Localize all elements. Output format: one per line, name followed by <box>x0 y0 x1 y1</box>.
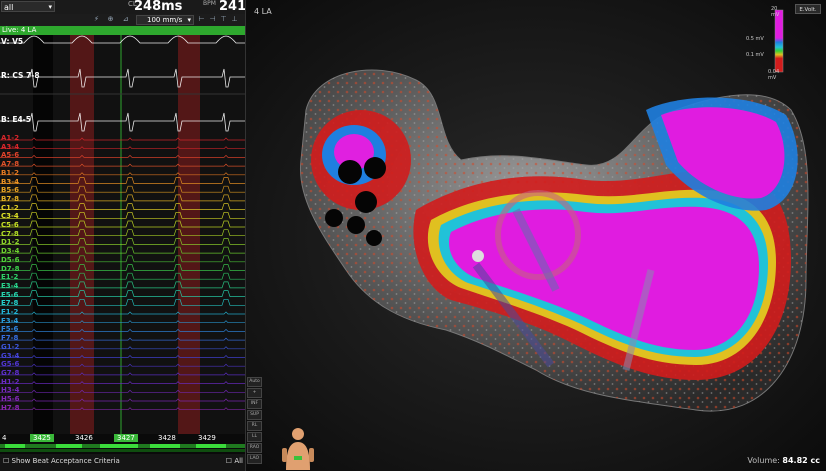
channel-label[interactable]: F1-2 <box>1 309 18 316</box>
catheter-tip <box>472 250 484 262</box>
anatomy-surface[interactable] <box>246 0 826 471</box>
view-button-rao[interactable]: RAO <box>247 443 262 453</box>
view-button-ll[interactable]: LL <box>247 432 262 442</box>
chevron-down-icon: ▾ <box>187 16 191 24</box>
volume-label: Volume: <box>747 456 780 465</box>
channel-label[interactable]: E7-8 <box>1 300 18 307</box>
marker-icon[interactable]: ⊥ <box>230 15 239 24</box>
show-beat-acceptance-checkbox[interactable]: ☐ Show Beat Acceptance Criteria <box>3 457 120 465</box>
caliper-icon[interactable]: ⊣ <box>208 15 217 24</box>
channel-label[interactable]: G1-2 <box>1 343 19 351</box>
volume-value: 84.82 cc <box>782 456 820 465</box>
ecg-header: all ▾ CL 248ms BPM 241 <box>0 0 245 14</box>
bottom-bar: ☐ Show Beat Acceptance Criteria ☐ All <box>0 454 245 471</box>
bpm-label: BPM <box>203 0 216 7</box>
view-select-value: all <box>4 3 14 12</box>
channel-label[interactable]: E1-2 <box>1 274 18 281</box>
channel-label[interactable]: F5-6 <box>1 326 18 333</box>
channel-label[interactable]: C3-4 <box>1 213 19 220</box>
channel-label[interactable]: D3-4 <box>1 248 19 255</box>
colorbar-label-min: 0.04 mV <box>768 69 780 81</box>
view-button-rl[interactable]: RL <box>247 421 262 431</box>
electrogram-panel: all ▾ CL 248ms BPM 241 ⚡ ⊕ ⊿ 100 mm/s ▾ … <box>0 0 246 471</box>
channel-label[interactable]: B3-4 <box>1 178 19 186</box>
ecg-toolbar: ⚡ ⊕ ⊿ 100 mm/s ▾ ⊢ ⊣ ⊤ ⊥ <box>0 14 245 26</box>
ablation-tag <box>325 209 343 227</box>
view-button-add[interactable]: + <box>247 388 262 398</box>
ablation-tag <box>338 160 362 184</box>
channel-label[interactable]: H3-4 <box>1 387 20 394</box>
beat-timeline <box>0 444 245 452</box>
channel-label[interactable]: R: CS 7-8 <box>1 72 40 80</box>
all-label: All <box>234 457 243 465</box>
filter-icon[interactable]: ⚡ <box>92 15 101 24</box>
channel-label[interactable]: V: V5 <box>1 38 23 46</box>
ablation-tag <box>355 191 377 213</box>
beat-item[interactable]: 3425 <box>30 434 54 442</box>
view-button-inf[interactable]: INF <box>247 399 262 409</box>
lock-icon[interactable]: ⊕ <box>106 15 115 24</box>
channel-label[interactable]: G3-4 <box>1 352 19 360</box>
channel-label[interactable]: H1-2 <box>1 378 20 386</box>
map-type-select[interactable]: E.Volt. <box>795 4 821 14</box>
channel-label[interactable]: F7-8 <box>1 335 18 342</box>
channel-label[interactable]: A3-4 <box>1 143 19 151</box>
channel-label[interactable]: B7-8 <box>1 195 19 203</box>
channel-label[interactable]: G5-6 <box>1 361 19 368</box>
channel-label[interactable]: C7-8 <box>1 230 19 238</box>
channel-label[interactable]: H5-6 <box>1 396 20 403</box>
checkbox-icon: ☐ <box>225 457 233 465</box>
channel-label[interactable]: H7-8 <box>1 404 20 412</box>
channel-label[interactable]: E3-4 <box>1 282 18 290</box>
view-orientation-buttons: Auto + INF SUP RL LL RAO LAO <box>246 376 262 465</box>
beat-item[interactable]: 3428 <box>158 434 176 442</box>
live-map-bar: Live: 4 LA <box>0 26 245 35</box>
sweep-speed-select[interactable]: 100 mm/s ▾ <box>136 15 194 25</box>
bpm-value: 241 <box>219 0 246 14</box>
body-orientation-icon[interactable] <box>280 426 316 470</box>
ablation-tag <box>347 216 365 234</box>
channel-label[interactable]: D1-2 <box>1 239 19 246</box>
channel-label[interactable]: C5-6 <box>1 222 19 229</box>
cycle-length-value: 248ms <box>134 0 183 14</box>
channel-label[interactable]: F3-4 <box>1 317 18 325</box>
electrogram-traces[interactable] <box>0 35 245 435</box>
channel-label[interactable]: A7-8 <box>1 161 19 168</box>
view-button-auto[interactable]: Auto <box>247 377 262 387</box>
ablation-tag <box>364 157 386 179</box>
beat-strip[interactable]: 4 3425 3426 3427 3428 3429 <box>0 434 245 454</box>
3d-map-view[interactable]: 4 LA 20 mV 0.5 mV 0.1 mV 0.04 mV E.Volt.… <box>246 0 826 471</box>
channel-label[interactable]: B: E4-5 <box>1 116 31 124</box>
beat-item[interactable]: 3426 <box>75 434 93 442</box>
channel-label[interactable]: B1-2 <box>1 169 19 177</box>
ruler-icon[interactable]: ⊿ <box>121 15 130 24</box>
channel-label[interactable]: D5-6 <box>1 256 19 264</box>
voltage-colorbar: 20 mV 0.5 mV 0.1 mV 0.04 mV <box>746 6 786 81</box>
channel-label[interactable]: B5-6 <box>1 187 19 194</box>
caliper-icon[interactable]: ⊢ <box>197 15 206 24</box>
channel-label[interactable]: A5-6 <box>1 152 19 159</box>
sweep-speed-value: 100 mm/s <box>147 16 183 24</box>
channel-label[interactable]: A1-2 <box>1 135 19 142</box>
channel-label[interactable]: E5-6 <box>1 291 18 299</box>
checkbox-icon: ☐ <box>3 457 10 465</box>
chevron-down-icon: ▾ <box>48 3 52 11</box>
colorbar-label-lower: 0.1 mV <box>746 52 764 58</box>
channel-label[interactable]: D7-8 <box>1 265 19 273</box>
colorbar-label-upper: 0.5 mV <box>746 36 764 42</box>
channel-label[interactable]: G7-8 <box>1 369 19 377</box>
view-button-lao[interactable]: LAO <box>247 454 262 464</box>
all-checkbox[interactable]: ☐ All <box>226 457 243 465</box>
view-button-sup[interactable]: SUP <box>247 410 262 420</box>
beat-index: 4 <box>2 434 7 442</box>
channel-label[interactable]: C1-2 <box>1 204 19 212</box>
beat-item[interactable]: 3429 <box>198 434 216 442</box>
volume-readout: Volume: 84.82 cc <box>747 456 820 465</box>
beat-item[interactable]: 3427 <box>114 434 138 442</box>
marker-icon[interactable]: ⊤ <box>219 15 228 24</box>
view-select[interactable]: all ▾ <box>1 1 55 12</box>
ablation-tag <box>366 230 382 246</box>
show-beat-label: Show Beat Acceptance Criteria <box>11 457 120 465</box>
colorbar-label-max: 20 mV <box>771 6 780 18</box>
